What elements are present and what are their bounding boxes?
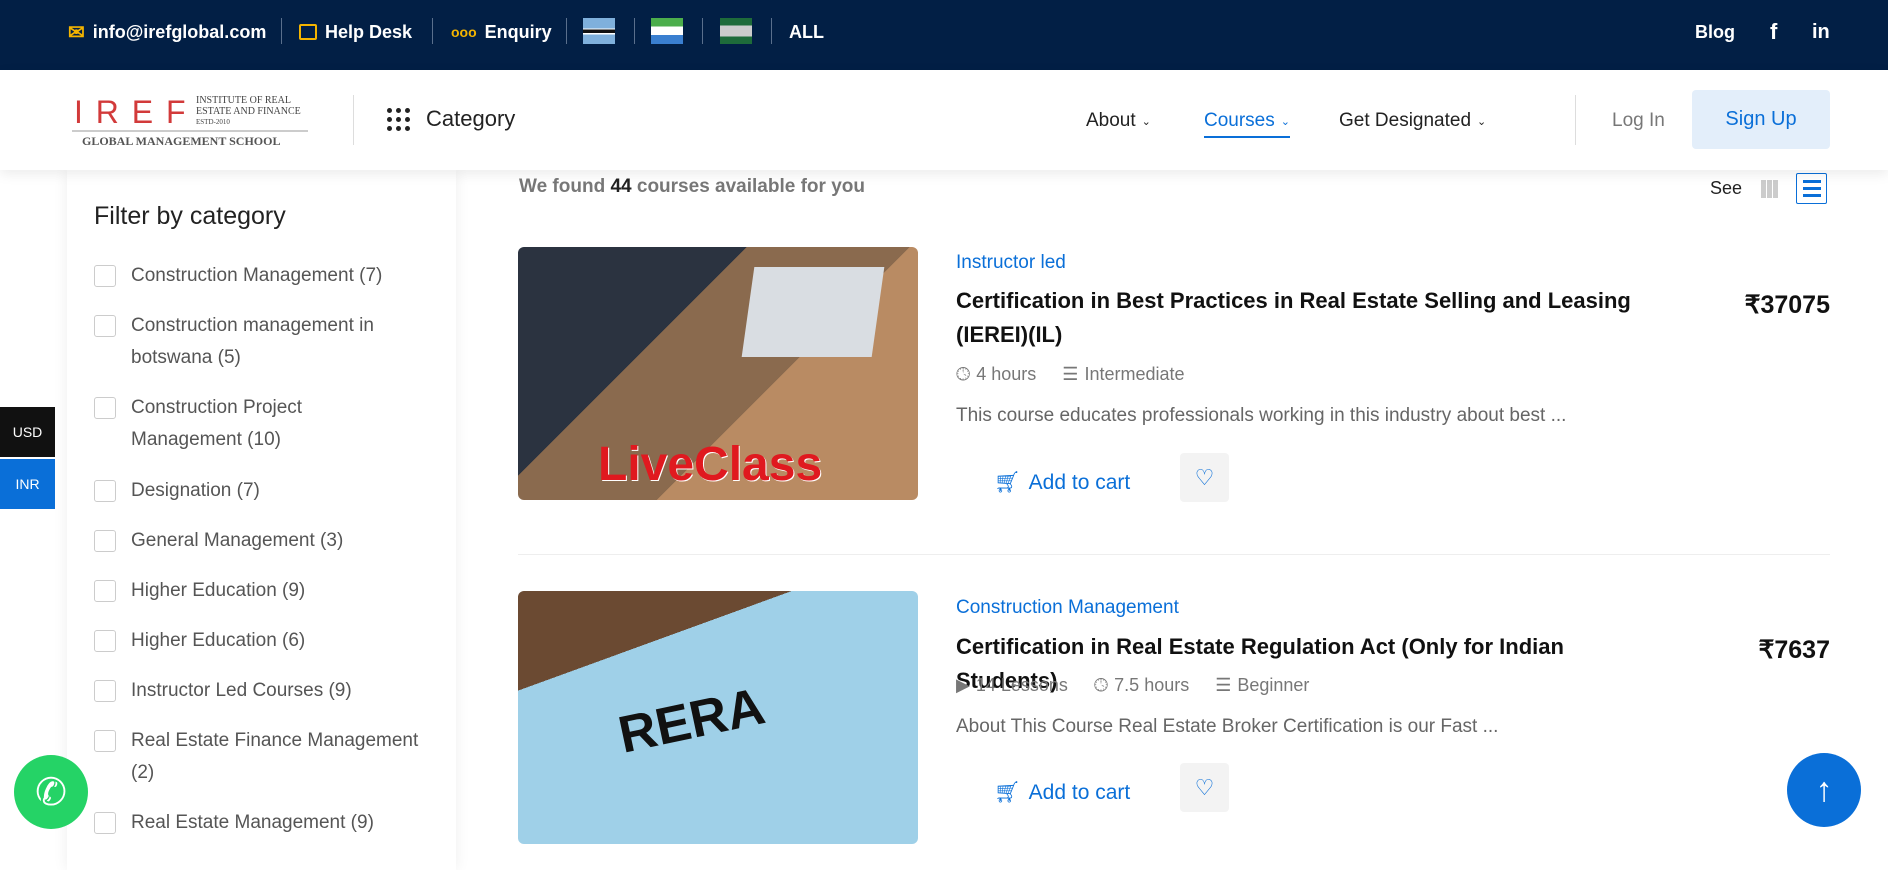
currency-usd[interactable]: USD bbox=[0, 407, 55, 457]
category-menu[interactable]: Category bbox=[387, 106, 515, 132]
blog-link[interactable]: Blog bbox=[1695, 20, 1735, 44]
clock-icon: 🕓︎ bbox=[956, 364, 971, 384]
people-icon: ooo bbox=[451, 24, 477, 40]
filter-option[interactable]: Higher Education (9) bbox=[94, 575, 434, 607]
course-category[interactable]: Construction Management bbox=[956, 597, 1179, 619]
checkbox bbox=[94, 265, 116, 287]
course-title[interactable]: Certification in Best Practices in Real … bbox=[956, 284, 1656, 352]
sliders-icon: ☰ bbox=[1062, 364, 1079, 384]
checkbox bbox=[94, 315, 116, 337]
course-category[interactable]: Instructor led bbox=[956, 252, 1066, 274]
results-count: We found 44 courses available for you bbox=[519, 176, 865, 197]
linkedin-icon[interactable]: in bbox=[1812, 20, 1830, 44]
checkbox bbox=[94, 580, 116, 602]
checkbox bbox=[94, 530, 116, 552]
category-filter-panel: Filter by category Construction Manageme… bbox=[67, 170, 456, 870]
wishlist-heart-icon[interactable]: ♡ bbox=[1180, 763, 1229, 812]
cart-icon: 🛒︎ bbox=[994, 471, 1021, 494]
signup-button[interactable]: Sign Up bbox=[1692, 90, 1830, 149]
play-icon: ▶ bbox=[956, 675, 970, 695]
course-image[interactable]: LiveClass bbox=[518, 247, 918, 500]
mail-icon: ✉ bbox=[68, 21, 85, 44]
all-regions-link[interactable]: ALL bbox=[789, 20, 824, 44]
filter-option[interactable]: Construction management in botswana (5) bbox=[94, 310, 434, 374]
main-header: I R E F INSTITUTE OF REAL ESTATE AND FINA… bbox=[0, 70, 1888, 170]
facebook-icon[interactable]: f bbox=[1770, 19, 1777, 44]
course-image[interactable]: RERA bbox=[518, 591, 918, 844]
sliders-icon: ☰ bbox=[1215, 675, 1232, 695]
checkbox bbox=[94, 730, 116, 752]
filter-option[interactable]: Real Estate Management (9) bbox=[94, 807, 434, 839]
cart-icon: 🛒︎ bbox=[994, 781, 1021, 804]
grid-dots-icon bbox=[387, 107, 410, 131]
chevron-down-icon: ⌄ bbox=[1280, 115, 1290, 128]
filter-option[interactable]: Construction Project Management (10) bbox=[94, 392, 434, 456]
top-bar: ✉ info@irefglobal.com Help Desk ooo Enquir… bbox=[0, 0, 1888, 70]
checkbox bbox=[94, 397, 116, 419]
flag-botswana[interactable] bbox=[583, 18, 615, 44]
chevron-down-icon: ⌄ bbox=[1141, 115, 1151, 128]
monitor-icon bbox=[299, 24, 317, 40]
enquiry-link[interactable]: ooo Enquiry bbox=[451, 20, 552, 44]
checkbox bbox=[94, 630, 116, 652]
flag-sierra-leone[interactable] bbox=[651, 18, 683, 44]
scroll-top-arrow-icon[interactable]: ↑ bbox=[1787, 753, 1861, 827]
clock-icon: 🕓︎ bbox=[1093, 675, 1109, 695]
currency-inr[interactable]: INR bbox=[0, 459, 55, 509]
course-price: ₹7637 bbox=[1758, 636, 1830, 664]
help-desk-link[interactable]: Help Desk bbox=[299, 20, 412, 44]
filter-option[interactable]: General Management (3) bbox=[94, 525, 434, 557]
iref-logo[interactable]: I R E F INSTITUTE OF REAL ESTATE AND FINA… bbox=[72, 94, 308, 148]
list-view-icon[interactable] bbox=[1796, 173, 1827, 204]
filter-option[interactable]: Higher Education (6) bbox=[94, 625, 434, 657]
grid-view-icon[interactable] bbox=[1761, 180, 1779, 198]
login-link[interactable]: Log In bbox=[1612, 110, 1665, 132]
course-price: ₹37075 bbox=[1744, 291, 1830, 319]
wishlist-heart-icon[interactable]: ♡ bbox=[1180, 453, 1229, 502]
filter-option[interactable]: Construction Management (7) bbox=[94, 260, 434, 292]
filter-option[interactable]: Real Estate Finance Management (2) bbox=[94, 725, 434, 789]
checkbox bbox=[94, 680, 116, 702]
add-to-cart-button[interactable]: 🛒︎ Add to cart bbox=[994, 471, 1130, 495]
nav-courses[interactable]: Courses ⌄ bbox=[1204, 110, 1290, 138]
checkbox bbox=[94, 812, 116, 834]
checkbox bbox=[94, 480, 116, 502]
chevron-down-icon: ⌄ bbox=[1477, 115, 1487, 128]
email-link[interactable]: ✉ info@irefglobal.com bbox=[68, 20, 266, 44]
filter-option[interactable]: Instructor Led Courses (9) bbox=[94, 675, 434, 707]
flag-nigeria[interactable] bbox=[720, 18, 752, 44]
add-to-cart-button[interactable]: 🛒︎ Add to cart bbox=[994, 781, 1130, 805]
filter-option[interactable]: Designation (7) bbox=[94, 475, 434, 507]
whatsapp-icon[interactable]: ✆ bbox=[14, 755, 88, 829]
nav-get-designated[interactable]: Get Designated ⌄ bbox=[1339, 110, 1486, 132]
nav-about[interactable]: About ⌄ bbox=[1086, 110, 1151, 132]
